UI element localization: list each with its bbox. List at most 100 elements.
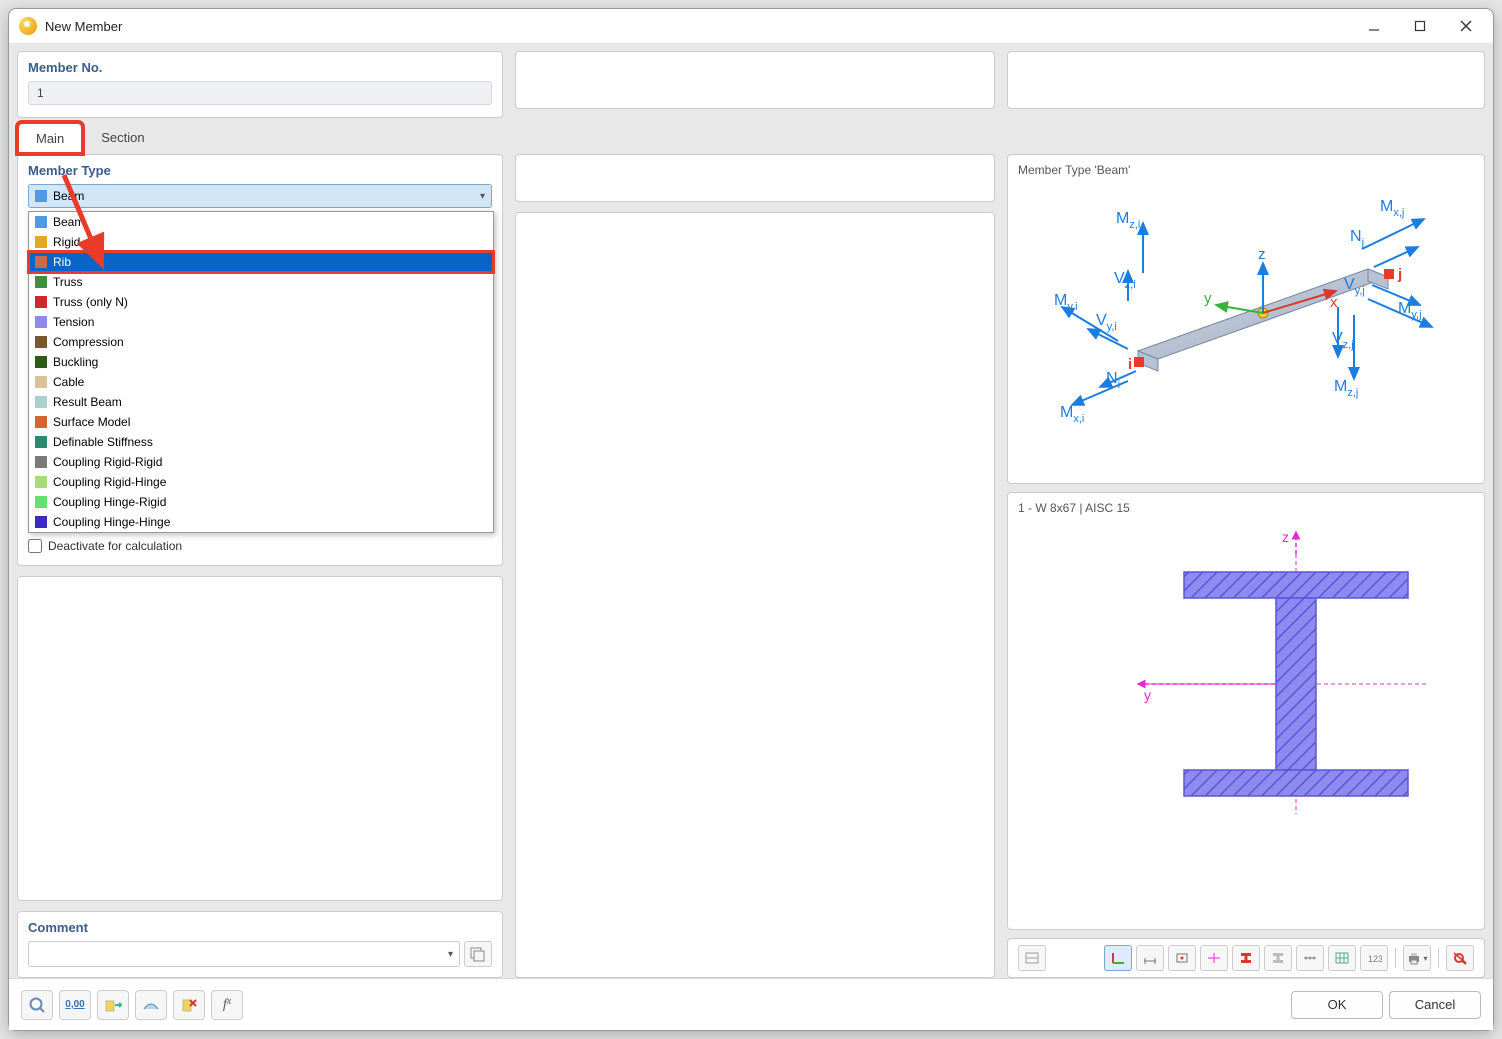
dropdown-item-definable-stiffness[interactable]: Definable Stiffness (29, 432, 493, 452)
content-row: Member Type Beam ▾ Beam Rigid (17, 154, 1485, 978)
top-blank-1 (515, 51, 995, 109)
swatch-icon (35, 396, 47, 408)
minimize-button[interactable] (1351, 11, 1397, 41)
combo-text: Beam (53, 189, 84, 203)
dropdown-item-truss[interactable]: Truss (29, 272, 493, 292)
dialog-window: New Member Member No. Main Section (8, 8, 1494, 1031)
combo-swatch-icon (35, 190, 47, 202)
dropdown-item-tension[interactable]: Tension (29, 312, 493, 332)
ok-button[interactable]: OK (1291, 991, 1383, 1019)
swatch-icon (35, 376, 47, 388)
svg-text:j: j (1397, 266, 1402, 283)
cancel-button[interactable]: Cancel (1389, 991, 1481, 1019)
dialog-footer: 0,00 fx OK Cancel (9, 978, 1493, 1030)
dimension-button[interactable] (1136, 945, 1164, 971)
member-no-input[interactable] (28, 81, 492, 105)
section-preview-panel: 1 - W 8x67 | AISC 15 (1007, 492, 1485, 930)
axes-view-button[interactable] (1104, 945, 1132, 971)
swatch-icon (35, 296, 47, 308)
svg-text:Mz,j: Mz,j (1334, 378, 1358, 399)
dropdown-item-coupling-rr[interactable]: Coupling Rigid-Rigid (29, 452, 493, 472)
member-set-button[interactable] (135, 990, 167, 1020)
swatch-icon (35, 336, 47, 348)
left-column: Member Type Beam ▾ Beam Rigid (17, 154, 503, 978)
dropdown-item-coupling-hh[interactable]: Coupling Hinge-Hinge (29, 512, 493, 532)
comment-input[interactable]: ▾ (28, 941, 460, 967)
dropdown-item-compression[interactable]: Compression (29, 332, 493, 352)
dropdown-item-coupling-rh[interactable]: Coupling Rigid-Hinge (29, 472, 493, 492)
units-button[interactable]: 0,00 (59, 990, 91, 1020)
comment-label: Comment (28, 920, 492, 935)
top-blank-2 (1007, 51, 1485, 109)
print-button[interactable]: ▾ (1403, 945, 1431, 971)
cross-section-diagram: z y (1066, 524, 1426, 824)
beam-diagram: i j z y x (1018, 181, 1474, 471)
chevron-down-icon: ▾ (448, 949, 453, 960)
swatch-icon (35, 256, 47, 268)
dropdown-item-buckling[interactable]: Buckling (29, 352, 493, 372)
formula-button[interactable]: fx (211, 990, 243, 1020)
svg-text:Mx,i: Mx,i (1060, 404, 1084, 425)
dropdown-item-truss-only-n[interactable]: Truss (only N) (29, 292, 493, 312)
dialog-body: Member No. Main Section Member Type Beam… (9, 43, 1493, 978)
swatch-icon (35, 496, 47, 508)
dropdown-item-result-beam[interactable]: Result Beam (29, 392, 493, 412)
member-type-panel: Member Type Beam ▾ Beam Rigid (17, 154, 503, 566)
svg-text:123: 123 (1368, 954, 1382, 964)
principal-axes-button[interactable] (1200, 945, 1228, 971)
member-type-dropdown[interactable]: Beam Rigid Rib Truss Truss (only N) Tens… (28, 211, 494, 533)
member-no-panel: Member No. (17, 51, 503, 118)
middle-column (515, 154, 995, 978)
origin-button[interactable] (1168, 945, 1196, 971)
dropdown-item-cable[interactable]: Cable (29, 372, 493, 392)
beam-preview-panel: Member Type 'Beam' (1007, 154, 1485, 484)
deactivate-checkbox[interactable] (28, 539, 42, 553)
values-button[interactable]: 123 (1360, 945, 1388, 971)
svg-text:z: z (1282, 529, 1289, 545)
section-i-gray-button[interactable] (1264, 945, 1292, 971)
swatch-icon (35, 356, 47, 368)
svg-text:Nj: Nj (1350, 228, 1364, 249)
section-i-button[interactable] (1232, 945, 1260, 971)
svg-text:Mx,j: Mx,j (1380, 198, 1404, 219)
member-type-combo[interactable]: Beam ▾ (28, 184, 492, 208)
member-type-label: Member Type (28, 163, 492, 178)
swatch-icon (35, 316, 47, 328)
swatch-icon (35, 416, 47, 428)
swatch-icon (35, 456, 47, 468)
mid-main-panel (515, 212, 995, 978)
beam-preview-title: Member Type 'Beam' (1018, 163, 1474, 177)
dropdown-item-rib[interactable]: Rib (29, 252, 493, 272)
swatch-icon (35, 236, 47, 248)
dropdown-item-beam[interactable]: Beam (29, 212, 493, 232)
titlebar: New Member (9, 9, 1493, 43)
deactivate-label: Deactivate for calculation (48, 539, 182, 553)
maximize-button[interactable] (1397, 11, 1443, 41)
copy-member-button[interactable] (97, 990, 129, 1020)
tab-section[interactable]: Section (83, 122, 162, 154)
tab-main[interactable]: Main (17, 122, 83, 154)
deactivate-checkbox-row[interactable]: Deactivate for calculation (28, 539, 182, 553)
close-button[interactable] (1443, 11, 1489, 41)
reset-zoom-button[interactable] (1446, 945, 1474, 971)
stress-points-button[interactable] (1296, 945, 1324, 971)
dropdown-item-surface-model[interactable]: Surface Model (29, 412, 493, 432)
svg-text:x: x (1330, 294, 1338, 311)
dropdown-item-rigid[interactable]: Rigid (29, 232, 493, 252)
window-title: New Member (45, 19, 1351, 34)
help-button[interactable] (21, 990, 53, 1020)
grid-button[interactable] (1328, 945, 1356, 971)
swatch-icon (35, 476, 47, 488)
render-mode-button[interactable] (1018, 945, 1046, 971)
mid-top-panel (515, 154, 995, 202)
section-preview-title: 1 - W 8x67 | AISC 15 (1018, 501, 1474, 515)
tabs-row: Main Section (17, 122, 1485, 154)
swatch-icon (35, 516, 47, 528)
svg-text:y: y (1144, 687, 1151, 703)
svg-text:y: y (1204, 290, 1212, 307)
app-icon (19, 17, 37, 35)
swatch-icon (35, 436, 47, 448)
dropdown-item-coupling-hr[interactable]: Coupling Hinge-Rigid (29, 492, 493, 512)
delete-member-button[interactable] (173, 990, 205, 1020)
comment-library-button[interactable] (464, 941, 492, 967)
